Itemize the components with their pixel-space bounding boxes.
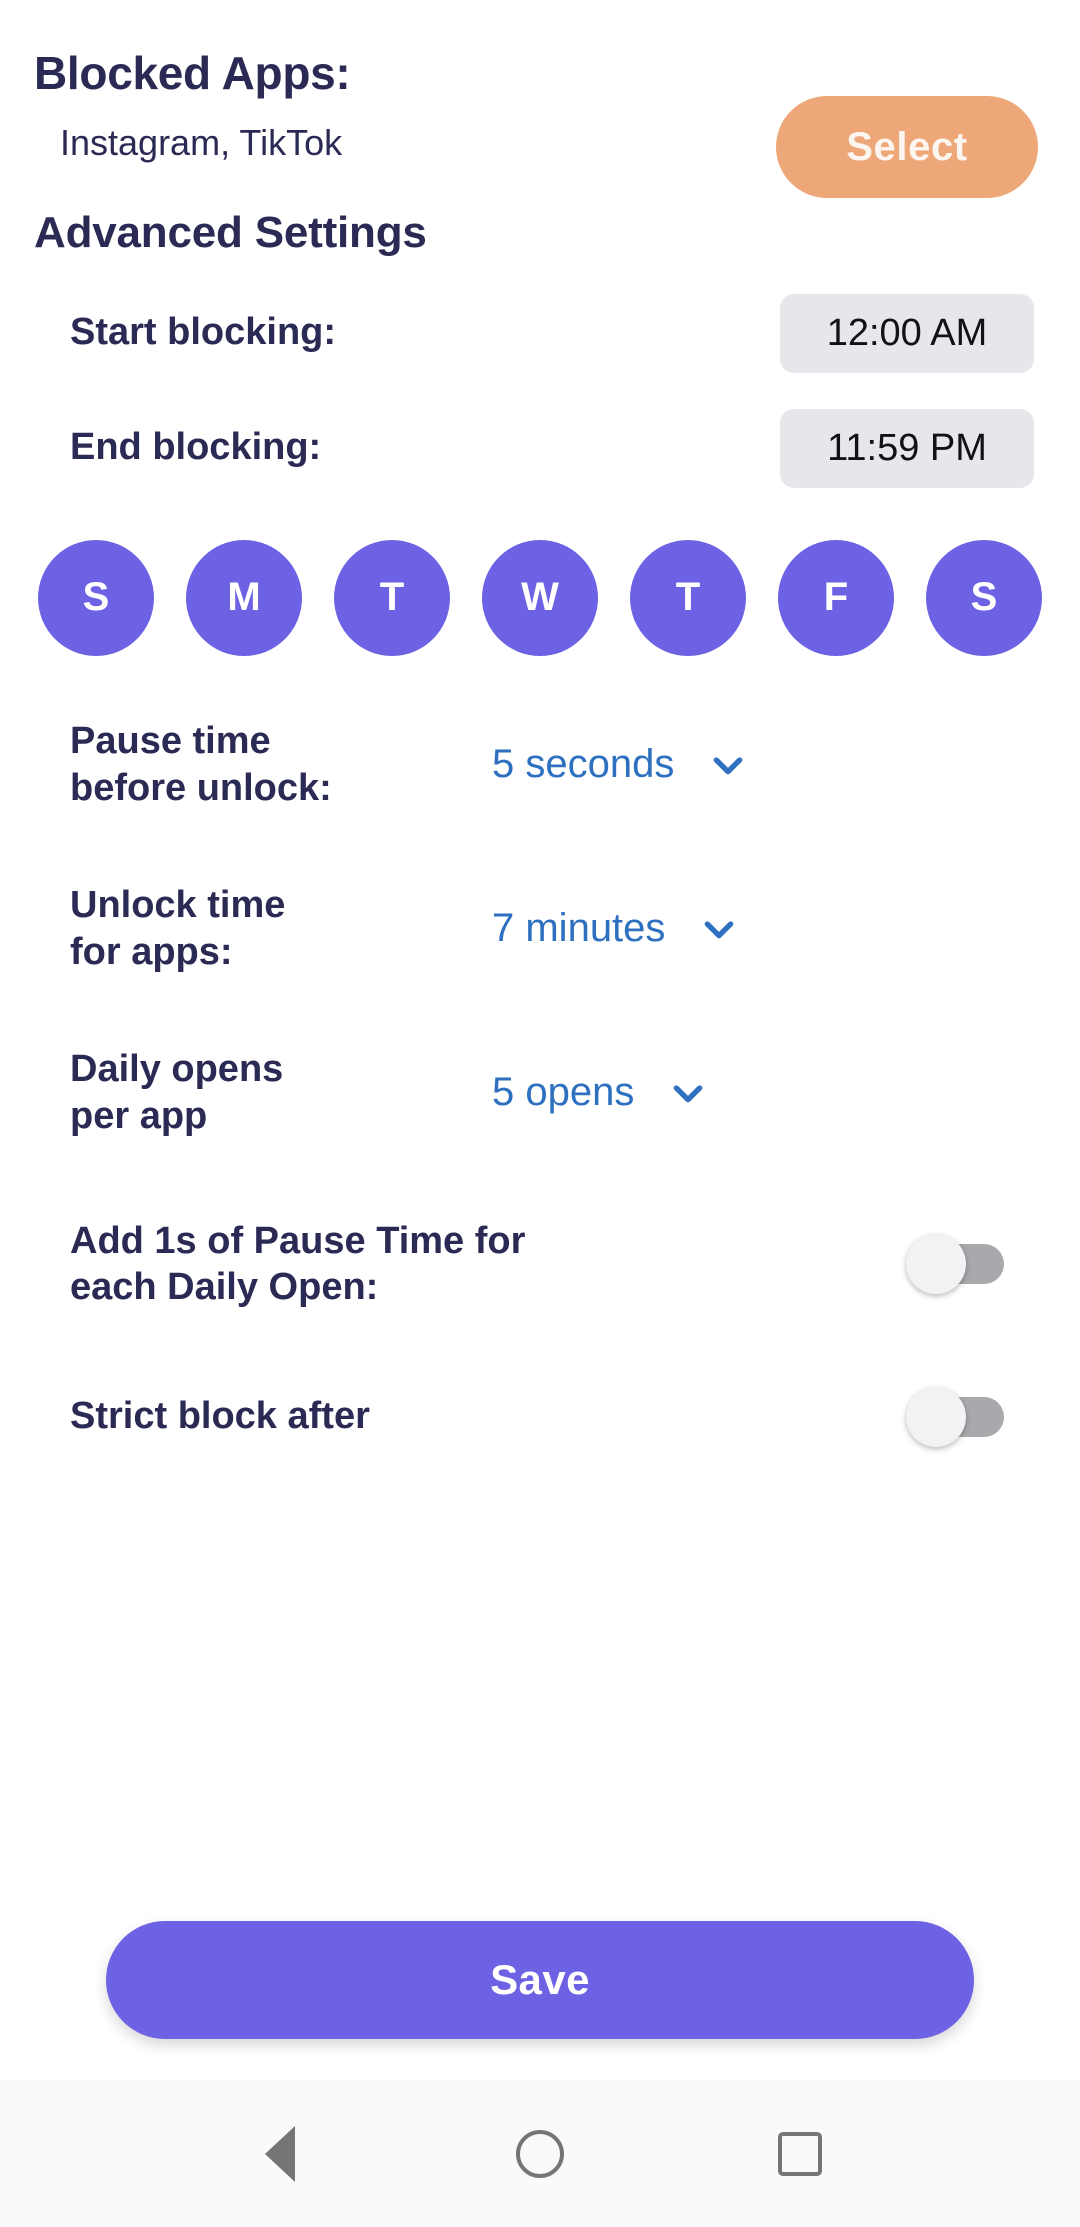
toggle-knob: [906, 1386, 966, 1447]
strict-block-row: Strict block after: [34, 1386, 1046, 1447]
unlock-time-dropdown[interactable]: 7 minutes: [492, 906, 739, 951]
pause-time-dropdown[interactable]: 5 seconds: [492, 742, 748, 787]
start-blocking-row: Start blocking: 12:00 AM: [34, 293, 1046, 373]
daily-opens-dropdown[interactable]: 5 opens: [492, 1070, 708, 1115]
day-toggle-monday[interactable]: M: [186, 539, 302, 656]
app-screen: Blocked Apps: Instagram, TikTok Select A…: [0, 0, 1080, 2227]
settings-scroll-content[interactable]: Blocked Apps: Instagram, TikTok Select A…: [0, 0, 1080, 1880]
daily-opens-value: 5 opens: [492, 1070, 635, 1115]
add-pause-time-row: Add 1s of Pause Time for each Daily Open…: [34, 1218, 1046, 1311]
pause-time-value: 5 seconds: [492, 742, 675, 787]
add-pause-time-toggle[interactable]: [906, 1234, 1004, 1295]
home-button[interactable]: [485, 2099, 595, 2209]
back-triangle-icon: [265, 2125, 295, 2182]
blocked-apps-section: Blocked Apps: Instagram, TikTok Select: [34, 0, 1046, 198]
day-toggle-friday[interactable]: F: [778, 539, 894, 656]
android-navigation-bar: [0, 2080, 1080, 2227]
unlock-time-row: Unlock time for apps: 7 minutes: [34, 874, 1046, 984]
strict-block-label: Strict block after: [70, 1394, 370, 1437]
end-blocking-label: End blocking:: [70, 426, 322, 469]
chevron-down-icon: [674, 1085, 703, 1103]
save-bar: Save: [0, 1880, 1080, 2080]
start-time-field[interactable]: 12:00 AM: [780, 293, 1034, 373]
unlock-time-value: 7 minutes: [492, 906, 666, 951]
day-toggle-tuesday[interactable]: T: [334, 539, 450, 656]
chevron-down-icon: [714, 757, 743, 775]
daily-opens-label: Daily opens per app: [70, 1048, 284, 1137]
save-button[interactable]: Save: [106, 1921, 974, 2039]
add-pause-time-label: Add 1s of Pause Time for each Daily Open…: [70, 1219, 526, 1309]
toggle-knob: [906, 1234, 966, 1295]
unlock-time-label: Unlock time for apps:: [70, 884, 286, 973]
day-toggle-saturday[interactable]: S: [926, 539, 1042, 656]
daily-opens-row: Daily opens per app 5 opens: [34, 1038, 1046, 1148]
select-apps-button[interactable]: Select: [776, 96, 1038, 198]
day-toggle-wednesday[interactable]: W: [482, 539, 598, 656]
end-time-field[interactable]: 11:59 PM: [780, 408, 1034, 488]
home-circle-icon: [516, 2129, 564, 2178]
square-icon: [778, 2131, 822, 2176]
start-blocking-label: Start blocking:: [70, 311, 337, 354]
recent-apps-button[interactable]: [745, 2099, 855, 2209]
pause-time-row: Pause time before unlock: 5 seconds: [34, 710, 1046, 820]
advanced-settings-title: Advanced Settings: [34, 207, 427, 257]
day-toggle-thursday[interactable]: T: [630, 539, 746, 656]
chevron-down-icon: [705, 921, 734, 939]
strict-block-toggle[interactable]: [906, 1386, 1004, 1447]
day-selector: S M T W T F S: [34, 539, 1046, 656]
back-button[interactable]: [225, 2099, 335, 2209]
end-blocking-row: End blocking: 11:59 PM: [34, 408, 1046, 488]
blocked-apps-title: Blocked Apps:: [34, 47, 351, 99]
day-toggle-sunday[interactable]: S: [38, 539, 154, 656]
pause-time-label: Pause time before unlock:: [70, 720, 332, 809]
